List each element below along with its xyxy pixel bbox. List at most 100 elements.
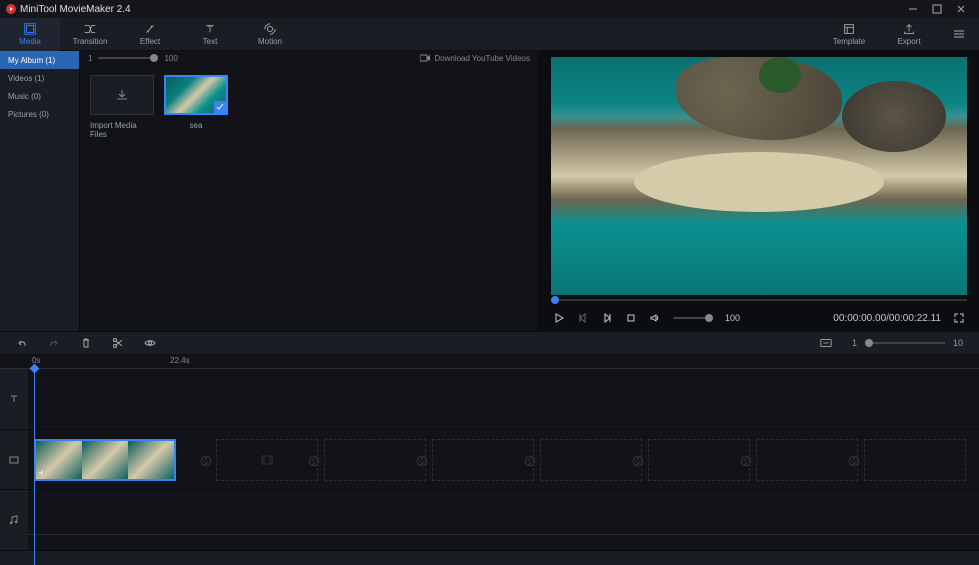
- ruler-tick-1: 22.4s: [170, 356, 190, 365]
- zoom-max-label: 100: [164, 54, 177, 63]
- scissors-icon: [112, 337, 124, 349]
- download-youtube-link[interactable]: Download YouTube Videos: [420, 54, 530, 63]
- export-icon: [902, 22, 916, 36]
- clip-slot[interactable]: [216, 439, 318, 481]
- import-icon: [114, 87, 130, 103]
- volume-icon: [649, 312, 661, 324]
- audio-track[interactable]: [28, 490, 979, 551]
- media-grid: Import Media Files sea: [80, 65, 538, 149]
- main-area: My Album (1) Videos (1) Music (0) Pictur…: [0, 51, 979, 331]
- volume-button[interactable]: [649, 312, 661, 324]
- film-icon: [260, 453, 274, 467]
- fit-button[interactable]: [820, 337, 832, 349]
- thumbnail-zoom-slider[interactable]: [98, 57, 158, 59]
- video-track-label[interactable]: [0, 430, 28, 491]
- video-track[interactable]: [28, 430, 979, 491]
- track-area[interactable]: [28, 369, 979, 551]
- app-title: MiniTool MovieMaker 2.4: [20, 4, 901, 15]
- timeline-zoom: 1 10: [852, 338, 963, 348]
- stop-button[interactable]: [625, 312, 637, 324]
- menu-button[interactable]: [939, 27, 979, 41]
- next-frame-button[interactable]: [601, 312, 613, 324]
- effect-icon: [143, 22, 157, 36]
- tab-motion[interactable]: Motion: [240, 18, 300, 51]
- import-media-button[interactable]: Import Media Files: [90, 75, 154, 139]
- main-toolbar: Media Transition Effect Text Motion Temp…: [0, 18, 979, 51]
- timeline-clip-sea[interactable]: [34, 439, 176, 481]
- preview-video[interactable]: [551, 57, 967, 295]
- tl-zoom-max: 10: [953, 338, 963, 348]
- camera-icon: [420, 54, 430, 62]
- link-icon: [199, 454, 213, 468]
- clip-slot[interactable]: [648, 439, 750, 481]
- link-icon: [739, 454, 753, 468]
- timecode-display: 00:00:00.00/00:00:22.11: [833, 313, 941, 324]
- volume-slider[interactable]: [673, 317, 713, 319]
- minimize-button[interactable]: [901, 0, 925, 18]
- fullscreen-icon: [953, 312, 965, 324]
- clip-slot[interactable]: [864, 439, 966, 481]
- clip-slot[interactable]: [540, 439, 642, 481]
- scrub-bar[interactable]: [551, 295, 967, 305]
- motion-icon: [263, 22, 277, 36]
- preview-eye-button[interactable]: [144, 337, 156, 349]
- media-icon: [23, 22, 37, 36]
- play-button[interactable]: [553, 312, 565, 324]
- media-zoom-bar: 1 100 Download YouTube Videos: [80, 51, 538, 65]
- trash-icon: [80, 337, 92, 349]
- audio-track-label[interactable]: [0, 490, 28, 551]
- media-pane: 1 100 Download YouTube Videos Import Med…: [80, 51, 539, 331]
- titlebar: MiniTool MovieMaker 2.4: [0, 0, 979, 18]
- tab-media[interactable]: Media: [0, 18, 60, 51]
- volume-value: 100: [725, 313, 740, 323]
- stop-icon: [625, 312, 637, 324]
- video-track-icon: [8, 454, 20, 466]
- play-icon: [553, 312, 565, 324]
- redo-icon: [48, 337, 60, 349]
- fullscreen-button[interactable]: [953, 312, 965, 324]
- sidebar-item-music[interactable]: Music (0): [0, 87, 79, 105]
- clip-volume-icon[interactable]: [38, 468, 48, 478]
- close-button[interactable]: [949, 0, 973, 18]
- clip-slot[interactable]: [756, 439, 858, 481]
- timeline-zoom-slider[interactable]: [865, 342, 945, 344]
- sidebar-item-pictures[interactable]: Pictures (0): [0, 105, 79, 123]
- timeline: 0s 22.4s: [0, 355, 979, 551]
- redo-button[interactable]: [48, 337, 60, 349]
- prev-frame-button[interactable]: [577, 312, 589, 324]
- text-track[interactable]: [28, 369, 979, 430]
- transition-icon: [83, 22, 97, 36]
- link-icon: [631, 454, 645, 468]
- music-track-icon: [8, 514, 20, 526]
- export-button[interactable]: Export: [879, 18, 939, 51]
- clip-slot[interactable]: [432, 439, 534, 481]
- undo-button[interactable]: [16, 337, 28, 349]
- sidebar-item-myalbum[interactable]: My Album (1): [0, 51, 79, 69]
- template-icon: [842, 22, 856, 36]
- delete-button[interactable]: [80, 337, 92, 349]
- maximize-button[interactable]: [925, 0, 949, 18]
- prev-frame-icon: [577, 312, 589, 324]
- next-frame-icon: [601, 312, 613, 324]
- media-item-sea[interactable]: sea: [164, 75, 228, 139]
- text-icon: [203, 22, 217, 36]
- edit-toolbar: 1 10: [0, 331, 979, 355]
- track-labels: [0, 369, 28, 551]
- playback-controls: 100 00:00:00.00/00:00:22.11: [539, 305, 979, 331]
- clip-slot[interactable]: [324, 439, 426, 481]
- timeline-playhead[interactable]: [34, 369, 35, 565]
- link-icon: [523, 454, 537, 468]
- split-button[interactable]: [112, 337, 124, 349]
- link-icon: [307, 454, 321, 468]
- text-track-label[interactable]: [0, 369, 28, 430]
- tab-effect[interactable]: Effect: [120, 18, 180, 51]
- tab-text[interactable]: Text: [180, 18, 240, 51]
- eye-icon: [144, 337, 156, 349]
- tab-transition[interactable]: Transition: [60, 18, 120, 51]
- sidebar-item-videos[interactable]: Videos (1): [0, 69, 79, 87]
- check-icon: [214, 101, 226, 113]
- fit-icon: [820, 337, 832, 349]
- text-track-icon: [8, 393, 20, 405]
- template-button[interactable]: Template: [819, 18, 879, 51]
- timeline-ruler[interactable]: 0s 22.4s: [0, 355, 979, 369]
